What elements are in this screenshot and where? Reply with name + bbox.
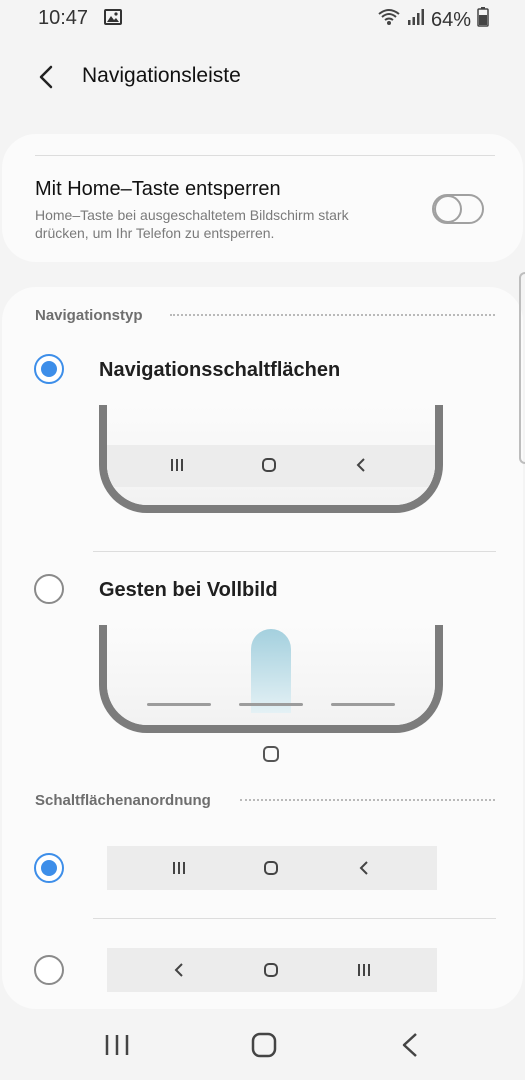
system-back-button[interactable] (390, 1030, 430, 1060)
home-unlock-title: Mit Home–Taste entsperren (35, 178, 281, 200)
back-arrow-icon[interactable] (34, 64, 60, 90)
radio-order-back-home-recents[interactable] (34, 955, 64, 985)
toggle-knob (434, 195, 462, 223)
signal-icon (407, 8, 425, 32)
recents-icon (354, 960, 374, 980)
back-icon (351, 455, 371, 475)
home-unlock-description: Home–Taste bei ausgeschaltetem Bildschir… (35, 207, 349, 241)
home-icon (261, 858, 281, 878)
status-time: 10:47 (38, 7, 89, 29)
navigation-buttons-preview[interactable] (99, 405, 443, 513)
option-navigation-buttons-label: Navigationsschaltflächen (99, 359, 341, 381)
recents-icon (167, 455, 187, 475)
home-icon (259, 455, 279, 475)
divider (35, 155, 495, 156)
battery-percent: 64% (430, 8, 471, 31)
order-preview-recents-home-back[interactable] (107, 846, 437, 890)
home-icon (261, 744, 281, 769)
gesture-swipe-highlight (251, 629, 291, 713)
home-icon (261, 960, 281, 980)
app-bar: Navigationsleiste (0, 50, 525, 106)
divider (93, 918, 496, 919)
order-preview-back-home-recents[interactable] (107, 948, 437, 992)
section-divider (170, 314, 495, 316)
back-icon (354, 858, 374, 878)
recents-icon (169, 858, 189, 878)
radio-order-recents-home-back[interactable] (34, 853, 64, 883)
navigation-type-header: Navigationstyp (35, 307, 143, 324)
button-order-header: Schaltflächenanordnung (35, 792, 211, 809)
radio-fullscreen-gestures[interactable] (34, 574, 64, 604)
gallery-notification-icon (104, 9, 122, 30)
back-icon (169, 960, 189, 980)
page-title: Navigationsleiste (82, 64, 241, 87)
system-home-button[interactable] (243, 1030, 283, 1060)
home-unlock-toggle[interactable] (432, 194, 484, 224)
section-divider (240, 799, 495, 801)
divider (93, 551, 496, 552)
gesture-hint-bar-left (147, 703, 211, 706)
gesture-hint-bar-center (239, 703, 303, 706)
battery-icon (477, 7, 489, 33)
gesture-hint-bar-right (331, 703, 395, 706)
scroll-handle[interactable] (519, 272, 525, 464)
option-fullscreen-gestures-label: Gesten bei Vollbild (99, 579, 278, 601)
system-navigation-bar (0, 1010, 525, 1080)
fullscreen-gestures-preview[interactable] (99, 625, 443, 733)
wifi-icon (377, 7, 401, 33)
system-recents-button[interactable] (97, 1030, 137, 1060)
radio-navigation-buttons[interactable] (34, 354, 64, 384)
status-bar: 10:47 64% (0, 0, 525, 38)
